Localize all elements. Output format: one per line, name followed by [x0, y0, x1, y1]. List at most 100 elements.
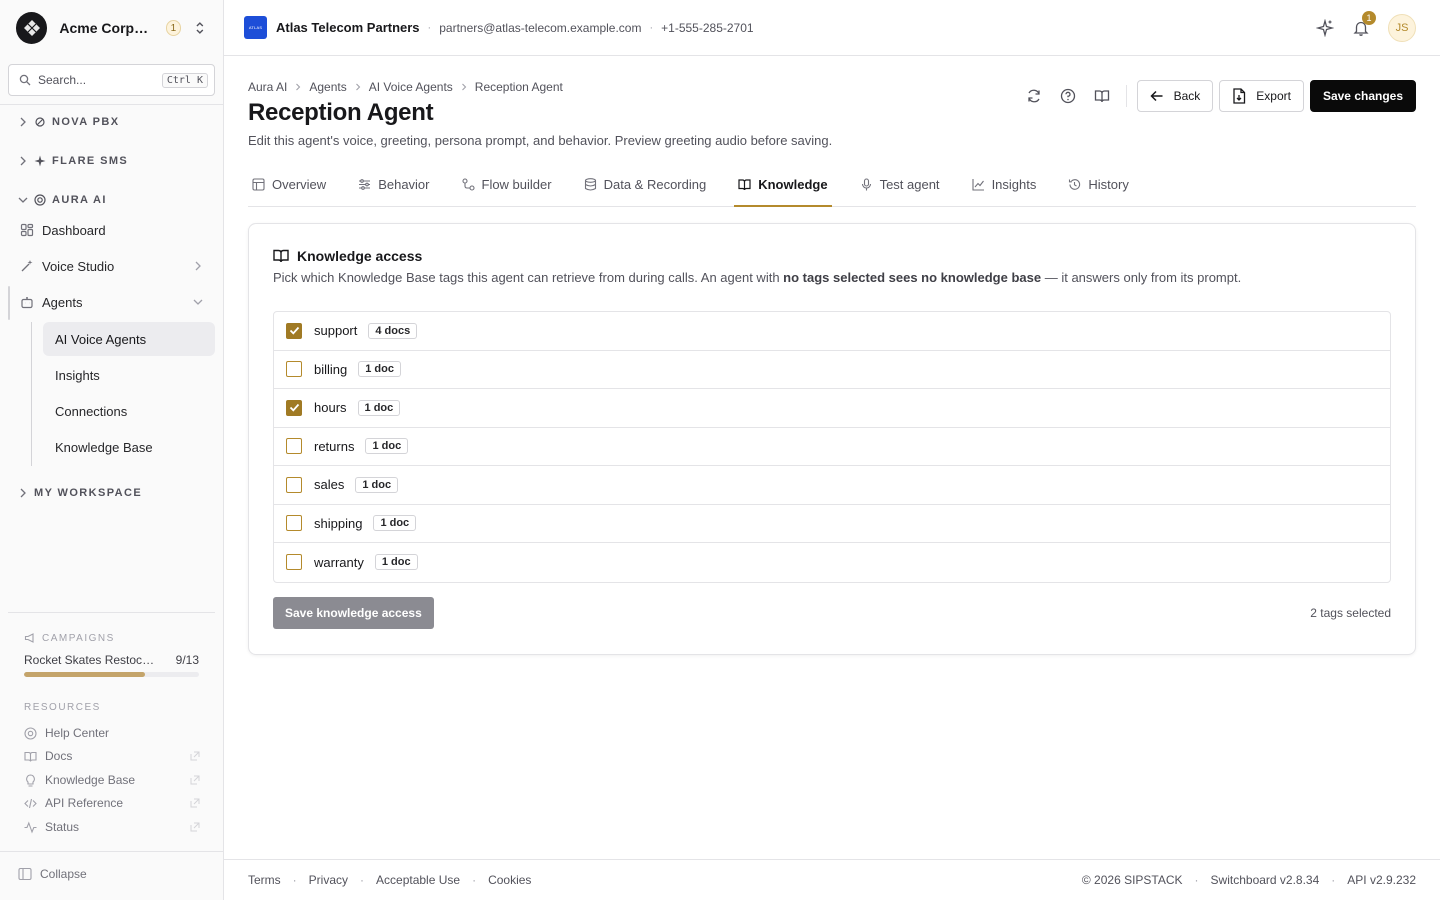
- tag-row[interactable]: returns 1 doc: [274, 428, 1390, 466]
- tab-knowledge[interactable]: Knowledge: [734, 162, 832, 207]
- breadcrumb-item[interactable]: Aura AI: [248, 80, 287, 94]
- tag-checkbox[interactable]: [286, 322, 302, 339]
- campaign-item[interactable]: Rocket Skates Restock Blast 9/13: [24, 653, 199, 667]
- footer-link-acceptable-use[interactable]: Acceptable Use: [376, 873, 460, 887]
- check-icon: [289, 327, 299, 335]
- tag-name: hours: [314, 400, 347, 416]
- separator-dot: ·: [1331, 873, 1336, 887]
- tags-selected-count: 2 tags selected: [1310, 606, 1391, 620]
- sidebar-subitem-knowledge-base[interactable]: Knowledge Base: [43, 430, 215, 464]
- nav-group-aura-ai[interactable]: AURA AI: [0, 189, 107, 211]
- external-link-icon: [190, 775, 200, 785]
- breadcrumb-item[interactable]: AI Voice Agents: [369, 80, 453, 94]
- tenant-name[interactable]: Atlas Telecom Partners: [276, 20, 420, 35]
- tag-doc-count: 1 doc: [374, 554, 418, 571]
- separator-dot: ·: [360, 873, 365, 887]
- resource-label: Help Center: [45, 726, 110, 740]
- refresh-button[interactable]: [1020, 82, 1048, 110]
- separator-dot: ·: [427, 21, 432, 34]
- search-icon: [19, 74, 31, 86]
- code-icon: [24, 798, 37, 808]
- tab-flow-builder[interactable]: Flow builder: [458, 162, 556, 206]
- collapse-sidebar-button[interactable]: Collapse: [18, 867, 87, 881]
- tab-data-recording[interactable]: Data & Recording: [580, 162, 711, 206]
- chevron-right-icon: [355, 83, 360, 91]
- sidebar-item-voice-studio[interactable]: Voice Studio: [8, 249, 215, 283]
- campaign-progress-fill: [24, 672, 145, 677]
- sidebar-subitem-ai-voice-agents[interactable]: AI Voice Agents: [43, 322, 215, 356]
- tag-name: sales: [314, 477, 345, 493]
- org-name: Acme Corporation: [59, 20, 153, 36]
- search-placeholder: Search...: [38, 73, 87, 87]
- tenant-phone: +1-555-285-2701: [661, 20, 754, 35]
- tab-insights[interactable]: Insights: [968, 162, 1041, 206]
- tag-checkbox[interactable]: [286, 399, 302, 416]
- external-link-icon: [190, 822, 200, 832]
- tag-row[interactable]: hours 1 doc: [274, 389, 1390, 428]
- org-switcher[interactable]: Acme Corporation 1: [0, 0, 223, 56]
- resource-docs[interactable]: Docs: [24, 746, 200, 766]
- resource-api-reference[interactable]: API Reference: [24, 793, 200, 813]
- nav-group-my-workspace[interactable]: MY WORKSPACE: [0, 482, 142, 504]
- sidebar-item-label: Dashboard: [42, 222, 106, 238]
- divider: [0, 104, 223, 105]
- footer-link-cookies[interactable]: Cookies: [488, 873, 531, 887]
- tag-checkbox[interactable]: [286, 554, 302, 571]
- notifications-button[interactable]: 1: [1352, 10, 1376, 37]
- nav-group-nova-pbx[interactable]: NOVA PBX: [0, 111, 119, 133]
- divider: [1125, 85, 1127, 107]
- resource-knowledge-base[interactable]: Knowledge Base: [24, 770, 200, 790]
- tab-test-agent[interactable]: Test agent: [856, 162, 944, 206]
- export-button[interactable]: Export: [1219, 80, 1304, 112]
- export-label: Export: [1256, 89, 1291, 103]
- tag-row[interactable]: sales 1 doc: [274, 466, 1390, 505]
- sparkles-icon[interactable]: [1316, 18, 1334, 37]
- sidebar-subitem-connections[interactable]: Connections: [43, 394, 215, 428]
- api-version: API v2.9.232: [1347, 873, 1416, 887]
- wand-icon: [21, 260, 33, 272]
- back-button[interactable]: Back: [1136, 80, 1214, 112]
- tag-checkbox[interactable]: [286, 438, 302, 455]
- sidebar-item-agents[interactable]: Agents: [8, 285, 215, 319]
- footer-link-terms[interactable]: Terms: [248, 873, 281, 887]
- tag-checkbox[interactable]: [286, 515, 302, 532]
- tab-history[interactable]: History: [1064, 162, 1132, 206]
- tenant-logo: ATLAS: [244, 16, 267, 39]
- tag-doc-count: 1 doc: [358, 361, 401, 378]
- docs-button[interactable]: [1088, 82, 1116, 110]
- search-input[interactable]: Search... Ctrl K: [8, 64, 215, 96]
- breadcrumb-item[interactable]: Agents: [309, 80, 346, 94]
- tag-row[interactable]: shipping 1 doc: [274, 505, 1390, 543]
- tag-row[interactable]: warranty 1 doc: [274, 543, 1390, 582]
- tag-checkbox[interactable]: [286, 361, 302, 378]
- sidebar-subitem-insights[interactable]: Insights: [43, 358, 215, 392]
- save-changes-button[interactable]: Save changes: [1309, 80, 1416, 112]
- ai-icon: [34, 194, 46, 206]
- resource-status[interactable]: Status: [24, 817, 200, 837]
- chevron-down-icon: [193, 299, 203, 305]
- tab-label: Flow builder: [481, 176, 552, 192]
- resource-help-center[interactable]: Help Center: [24, 723, 200, 743]
- footer-link-privacy[interactable]: Privacy: [309, 873, 348, 887]
- help-button[interactable]: [1054, 82, 1082, 110]
- org-badge: 1: [165, 20, 182, 36]
- save-knowledge-access-button[interactable]: Save knowledge access: [273, 597, 434, 629]
- sidebar-item-dashboard[interactable]: Dashboard: [8, 213, 215, 247]
- footer: Terms · Privacy · Acceptable Use · Cooki…: [224, 859, 1440, 900]
- tab-overview[interactable]: Overview: [248, 162, 330, 206]
- resource-label: API Reference: [45, 796, 124, 810]
- resources-header: RESOURCES: [24, 702, 101, 713]
- tag-name: shipping: [314, 515, 363, 531]
- avatar[interactable]: JS: [1388, 13, 1416, 42]
- nav-group-flare-sms[interactable]: FLARE SMS: [0, 150, 128, 172]
- tag-name: support: [314, 323, 358, 339]
- tag-row[interactable]: support 4 docs: [274, 312, 1390, 351]
- tag-checkbox[interactable]: [286, 476, 302, 493]
- tab-behavior[interactable]: Behavior: [354, 162, 433, 206]
- chevron-right-icon: [20, 156, 26, 166]
- book-open-icon: [1094, 90, 1109, 103]
- tenant-email: partners@atlas-telecom.example.com: [439, 20, 642, 35]
- tag-row[interactable]: billing 1 doc: [274, 351, 1390, 389]
- main-content: ATLAS Atlas Telecom Partners · partners@…: [224, 0, 1440, 900]
- tag-doc-count: 1 doc: [373, 515, 417, 532]
